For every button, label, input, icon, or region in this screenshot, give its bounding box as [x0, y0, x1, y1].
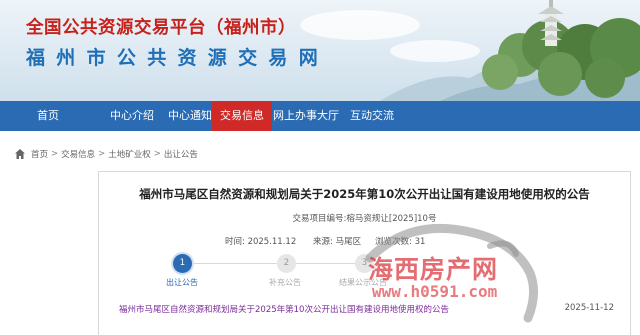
step-2-label[interactable]: 补充公告	[269, 277, 301, 288]
notice-title: 福州市马尾区自然资源和规划局关于2025年第10次公开出让国有建设用地使用权的公…	[139, 187, 590, 201]
notice-source: 来源: 马尾区	[313, 237, 362, 247]
nav-item-online-hall[interactable]: 网上办事大厅	[272, 101, 340, 131]
notice-link[interactable]: 福州市马尾区自然资源和规划局关于2025年第10次公开出让国有建设用地使用权的公…	[119, 303, 449, 315]
step-2-indicator[interactable]: 2	[277, 254, 296, 273]
site-title-primary: 全国公共资源交易平台（福州市）	[26, 18, 296, 38]
nav-item-center-notice[interactable]: 中心通知	[168, 101, 212, 131]
notice-date: 2025-11-12	[564, 303, 614, 313]
view-count: 浏览次数: 31	[375, 237, 426, 247]
nav-item-center-intro[interactable]: 中心介绍	[96, 101, 168, 131]
site-title-secondary: 福州市公共资源交易网	[26, 47, 330, 69]
step-1-label[interactable]: 出让公告	[166, 277, 198, 288]
breadcrumb-transfer-notice[interactable]: 出让公告	[164, 148, 198, 160]
main-nav: 首页 中心介绍 中心通知 交易信息 网上办事大厅 互动交流	[0, 101, 640, 131]
header-banner: 全国公共资源交易平台（福州市） 福州市公共资源交易网	[0, 0, 640, 101]
breadcrumb: 首页 > 交易信息 > 土地矿业权 > 出让公告	[14, 146, 198, 162]
breadcrumb-separator: >	[98, 149, 106, 159]
nav-item-interaction[interactable]: 互动交流	[340, 101, 404, 131]
breadcrumb-home[interactable]: 首页	[31, 148, 48, 160]
list-item[interactable]: 福州市马尾区自然资源和规划局关于2025年第10次公开出让国有建设用地使用权的公…	[119, 303, 614, 319]
step-connector	[295, 263, 355, 264]
nav-item-trade-info[interactable]: 交易信息	[212, 101, 272, 131]
notice-panel: 福州市马尾区自然资源和规划局关于2025年第10次公开出让国有建设用地使用权的公…	[98, 171, 631, 335]
project-number: 交易项目编号:榕马资规让[2025]10号	[292, 214, 437, 224]
step-connector	[183, 263, 279, 264]
nav-item-home[interactable]: 首页	[0, 101, 96, 131]
breadcrumb-land-mining[interactable]: 土地矿业权	[108, 148, 151, 160]
breadcrumb-trade-info[interactable]: 交易信息	[61, 148, 95, 160]
watermark-text: 海西房产网	[368, 255, 499, 284]
breadcrumb-separator: >	[51, 149, 59, 159]
publish-time: 时间: 2025.11.12	[225, 237, 297, 247]
step-1-indicator[interactable]: 1	[173, 254, 192, 273]
watermark-url: www.h0591.com	[372, 282, 498, 301]
breadcrumb-separator: >	[153, 149, 161, 159]
home-icon	[15, 149, 25, 159]
